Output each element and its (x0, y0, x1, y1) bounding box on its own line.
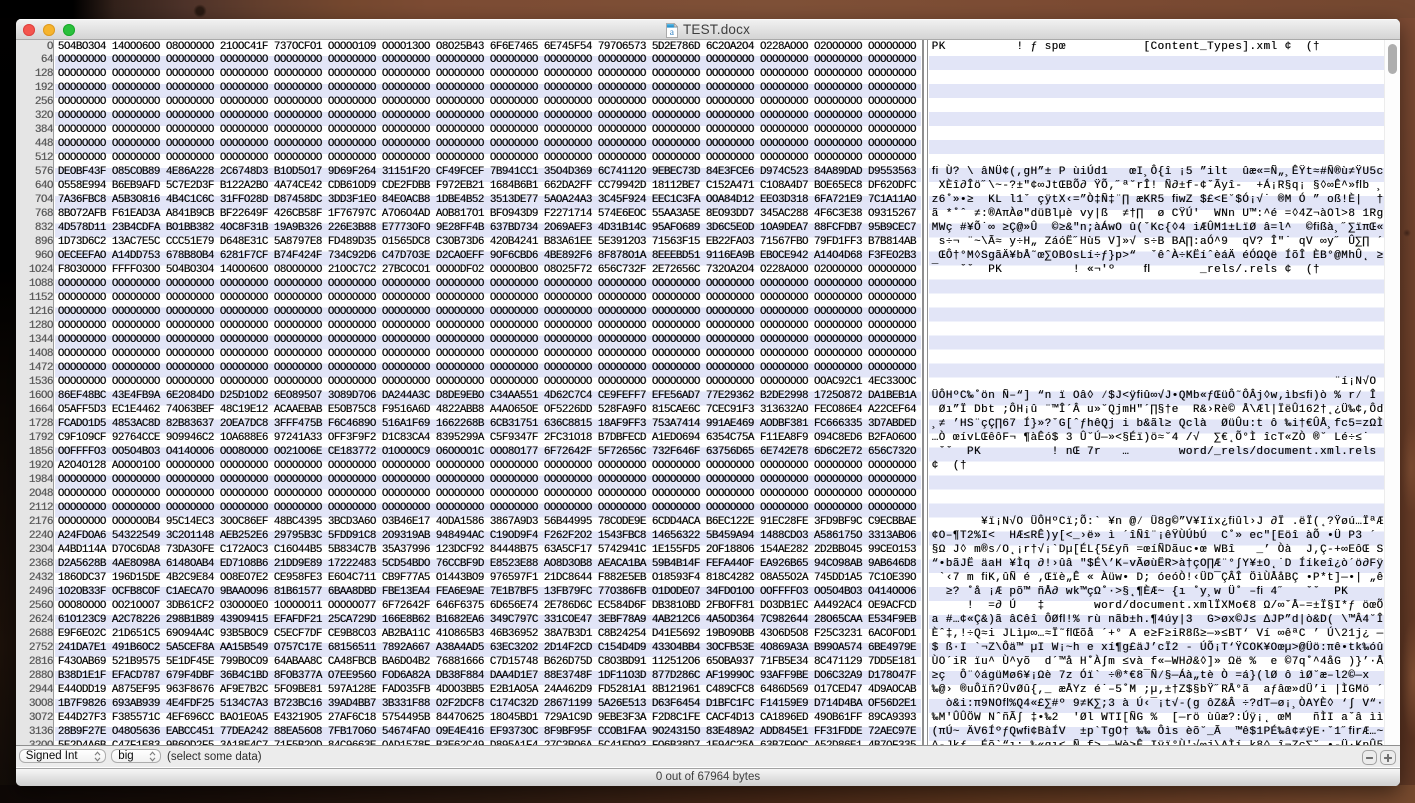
svg-text:a: a (670, 28, 675, 38)
